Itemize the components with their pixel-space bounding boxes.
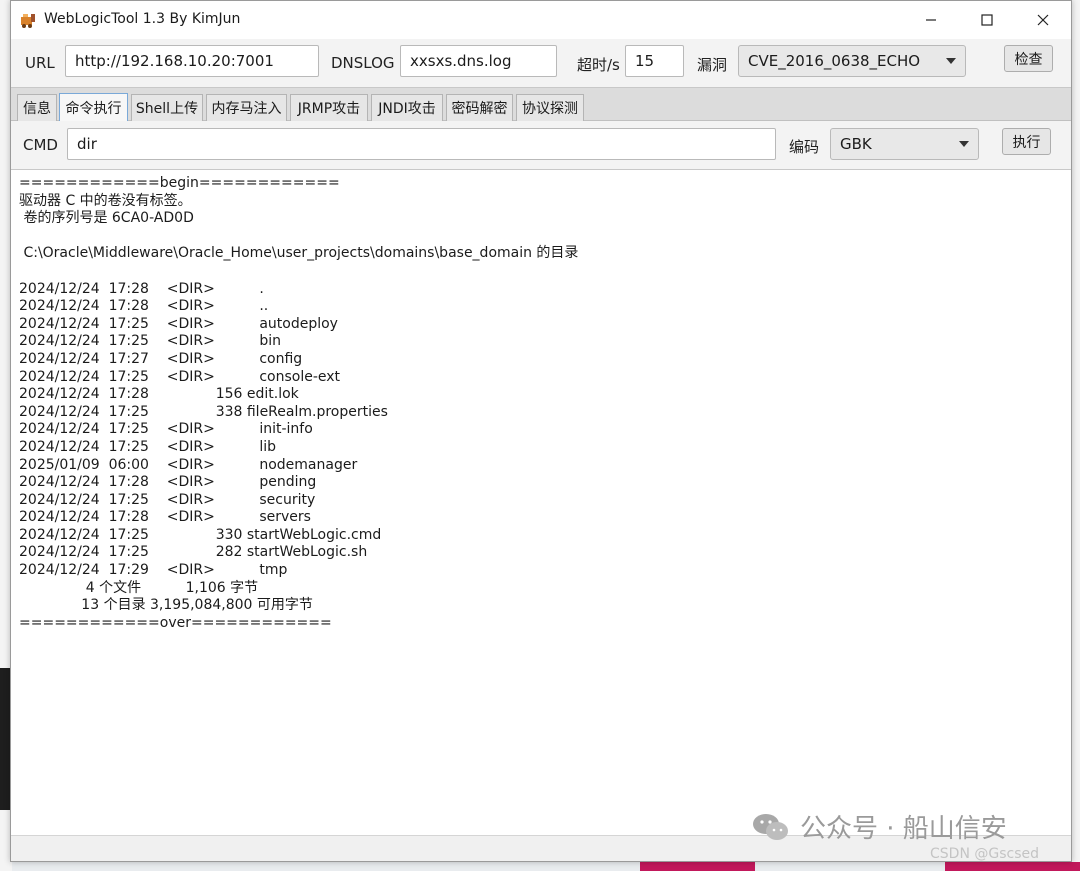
output-line: ============over============ <box>19 614 332 631</box>
output-line: 2024/12/24 17:25 <DIR> bin <box>19 333 281 350</box>
cmd-input[interactable]: dir <box>67 128 776 160</box>
output-line: 2024/12/24 17:29 <DIR> tmp <box>19 562 288 579</box>
timeout-label: 超时/s <box>577 56 620 74</box>
watermark: 公众号 · 船山信安 <box>752 808 1007 845</box>
timeout-input[interactable]: 15 <box>625 45 684 77</box>
command-output-area[interactable]: ============begin============ 驱动器 C 中的卷没有… <box>11 169 1071 849</box>
tab-jndi-attack[interactable]: JNDI攻击 <box>371 94 443 121</box>
vuln-select-value: CVE_2016_0638_ECHO <box>748 52 921 70</box>
encoding-select[interactable]: GBK <box>830 128 979 160</box>
encoding-label: 编码 <box>789 138 820 156</box>
chevron-down-icon <box>959 141 969 147</box>
output-line: 2024/12/24 17:28 <DIR> pending <box>19 474 317 491</box>
execute-button[interactable]: 执行 <box>1002 128 1051 155</box>
maximize-icon <box>981 14 993 26</box>
tab-info[interactable]: 信息 <box>17 94 57 121</box>
output-line: 2024/12/24 17:28 <DIR> . <box>19 280 264 297</box>
command-row: CMD dir 编码 GBK 执行 <box>11 121 1071 169</box>
output-line: 13 个目录 3,195,084,800 可用字节 <box>19 597 313 614</box>
vuln-label: 漏洞 <box>697 56 728 74</box>
tab-protocol-detect[interactable]: 协议探测 <box>516 94 584 121</box>
tab-password-decrypt[interactable]: 密码解密 <box>446 94 513 121</box>
window-title: WebLogicTool 1.3 By KimJun <box>44 11 241 27</box>
app-window: WebLogicTool 1.3 By KimJun URL http://19… <box>10 0 1072 862</box>
output-line: 驱动器 C 中的卷没有标签。 <box>19 192 192 209</box>
minimize-icon <box>926 19 936 21</box>
output-line: 2024/12/24 17:25 330 startWebLogic.cmd <box>19 526 382 543</box>
output-line: 2024/12/24 17:25 338 fileRealm.propertie… <box>19 403 388 420</box>
output-line: 4 个文件 1,106 字节 <box>19 579 259 596</box>
target-toolbar: URL http://192.168.10.20:7001 DNSLOG xxs… <box>11 39 1071 87</box>
output-line: ============begin============ <box>19 175 340 191</box>
output-line: C:\Oracle\Middleware\Oracle_Home\user_pr… <box>19 245 579 262</box>
close-button[interactable] <box>1015 1 1071 39</box>
maximize-button[interactable] <box>959 1 1015 39</box>
tab-memshell-inject[interactable]: 内存马注入 <box>206 94 287 121</box>
watermark-text: 公众号 · 船山信安 <box>800 814 1007 844</box>
output-line: 2024/12/24 17:25 <DIR> security <box>19 491 316 508</box>
vuln-select[interactable]: CVE_2016_0638_ECHO <box>738 45 966 77</box>
dnslog-input[interactable]: xxsxs.dns.log <box>400 45 557 77</box>
output-line: 2025/01/09 06:00 <DIR> nodemanager <box>19 456 358 473</box>
output-line: 2024/12/24 17:28 <DIR> .. <box>19 298 269 315</box>
output-line: 2024/12/24 17:25 <DIR> console-ext <box>19 368 341 385</box>
wechat-icon <box>753 813 788 840</box>
url-label: URL <box>25 54 55 72</box>
background-taskbar-strip <box>640 862 755 871</box>
csdn-watermark: CSDN @Gscsed <box>930 846 1039 862</box>
minimize-button[interactable] <box>903 1 959 39</box>
title-bar[interactable]: WebLogicTool 1.3 By KimJun <box>11 1 1071 39</box>
url-input[interactable]: http://192.168.10.20:7001 <box>65 45 319 77</box>
output-line: 2024/12/24 17:25 <DIR> init-info <box>19 421 313 438</box>
command-output-text: ============begin============ 驱动器 C 中的卷没有… <box>19 175 1063 632</box>
cmd-label: CMD <box>23 136 58 154</box>
tab-shell-upload[interactable]: Shell上传 <box>131 94 203 121</box>
dnslog-label: DNSLOG <box>331 54 395 72</box>
app-icon <box>21 14 35 28</box>
output-line: 2024/12/24 17:28 156 edit.lok <box>19 386 299 403</box>
output-line: 2024/12/24 17:28 <DIR> servers <box>19 509 311 526</box>
output-line: 2024/12/24 17:25 <DIR> lib <box>19 438 277 455</box>
tab-bar: 信息 命令执行 Shell上传 内存马注入 JRMP攻击 JNDI攻击 密码解密… <box>11 87 1071 122</box>
output-line: 2024/12/24 17:27 <DIR> config <box>19 350 303 367</box>
background-taskbar-strip <box>945 862 1080 871</box>
output-line: 2024/12/24 17:25 282 startWebLogic.sh <box>19 544 368 561</box>
close-icon <box>1037 14 1049 26</box>
check-button[interactable]: 检查 <box>1004 45 1053 72</box>
tab-jrmp-attack[interactable]: JRMP攻击 <box>290 94 368 121</box>
encoding-select-value: GBK <box>840 135 872 153</box>
chevron-down-icon <box>946 58 956 64</box>
output-line: 2024/12/24 17:25 <DIR> autodeploy <box>19 315 338 332</box>
tab-command-exec[interactable]: 命令执行 <box>59 93 128 122</box>
output-line: 卷的序列号是 6CA0-AD0D <box>19 210 194 227</box>
